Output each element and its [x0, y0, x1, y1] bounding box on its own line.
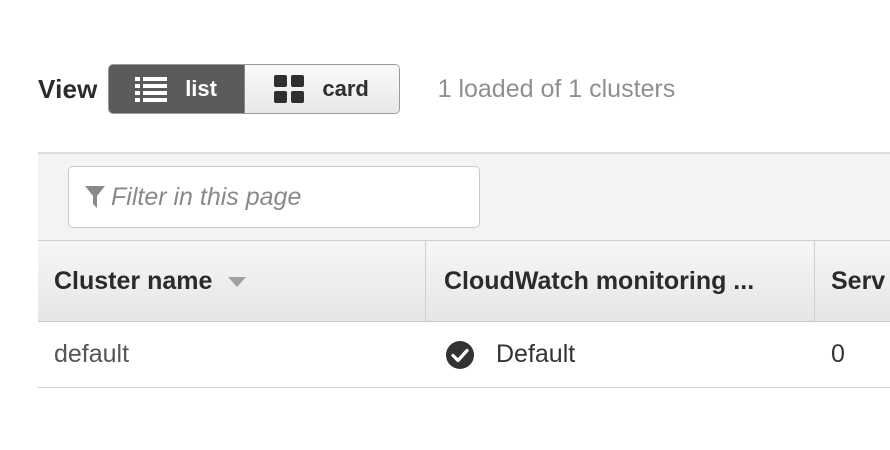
- column-header-label: Serv: [831, 266, 886, 295]
- list-view-button[interactable]: list: [108, 65, 245, 113]
- column-header-label: Cluster name: [54, 266, 213, 295]
- filter-input[interactable]: [111, 182, 471, 212]
- grid-icon: [274, 75, 305, 103]
- cluster-name-cell[interactable]: default: [38, 322, 426, 387]
- filter-bar: [38, 152, 890, 240]
- card-view-button[interactable]: card: [244, 65, 399, 113]
- column-header-services[interactable]: Serv: [815, 241, 890, 321]
- filter-icon: [85, 186, 105, 208]
- table-row[interactable]: default Default 0: [38, 322, 890, 388]
- view-toolbar: View list card 1 loaded of 1 clusters: [38, 64, 675, 114]
- loaded-count-text: 1 loaded of 1 clusters: [437, 74, 676, 103]
- services-count-cell: 0: [831, 340, 845, 368]
- filter-box[interactable]: [68, 166, 480, 228]
- view-toggle: list card: [107, 64, 400, 114]
- column-header-cloudwatch-monitoring[interactable]: CloudWatch monitoring ...: [426, 241, 815, 321]
- column-header-label: CloudWatch monitoring ...: [444, 266, 755, 295]
- clusters-table: Cluster name CloudWatch monitoring ... S…: [38, 152, 890, 388]
- view-label: View: [38, 73, 98, 104]
- list-icon: [135, 77, 168, 102]
- monitoring-value: Default: [496, 340, 576, 368]
- check-circle-icon: [446, 340, 474, 369]
- list-view-label: list: [185, 76, 217, 101]
- column-header-cluster-name[interactable]: Cluster name: [38, 241, 426, 321]
- card-view-label: card: [322, 76, 369, 101]
- sort-down-icon[interactable]: [228, 277, 247, 287]
- table-header: Cluster name CloudWatch monitoring ... S…: [38, 240, 890, 322]
- monitoring-cell: Default: [426, 322, 815, 387]
